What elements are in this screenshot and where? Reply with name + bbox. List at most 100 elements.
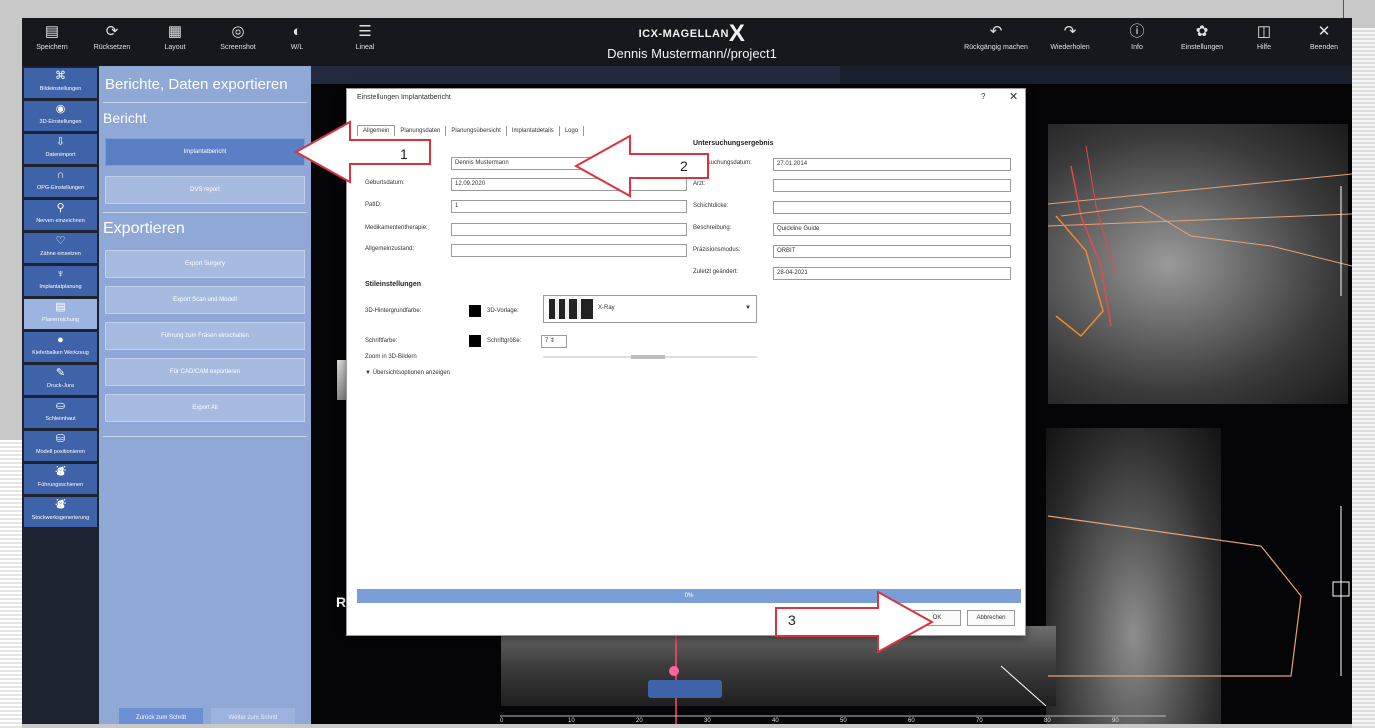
- template-select[interactable]: X-Ray ▼: [543, 295, 757, 323]
- export-scan-model-button[interactable]: Export Scan und Modell: [105, 286, 305, 314]
- slice-position-dot: [669, 666, 679, 676]
- orientation-line: [1047, 213, 1352, 227]
- screenshot-label: Screenshot: [220, 44, 256, 51]
- tab-general[interactable]: Allgemein: [357, 125, 396, 136]
- sidebar-item-nerves[interactable]: ⚲ Nerven einzeichnen: [24, 200, 97, 230]
- ruler-tick: 20: [636, 718, 643, 724]
- sidebar-item-generation[interactable]: ⛇ Stockwerksgenerierung: [24, 497, 97, 527]
- medication-label: Medikamententherapie:: [365, 225, 428, 231]
- sidebar-item-label: Zähne einsetzen: [40, 251, 81, 257]
- ruler-label: Lineal: [355, 44, 375, 51]
- nerve-icon: ⚲: [56, 202, 65, 214]
- help-button[interactable]: ◫ Hilfe: [1234, 22, 1294, 62]
- doctor-field[interactable]: [773, 179, 1011, 192]
- device-label: Präzisionsmodus:: [693, 247, 741, 253]
- exam-date-label: Untersuchungsdatum:: [693, 160, 752, 166]
- patient-id-label: PatID:: [365, 202, 382, 208]
- font-size-label: Schriftgröße:: [487, 338, 522, 344]
- previous-step-button[interactable]: Zurück zum Schritt: [119, 708, 203, 724]
- general-condition-field[interactable]: [451, 244, 687, 257]
- divider: [103, 212, 307, 213]
- save-button[interactable]: ▤ Speichern: [22, 22, 82, 62]
- bg3d-color-swatch[interactable]: [469, 305, 481, 317]
- sidebar-item-mucosa[interactable]: ⛀ Schleimhaut: [24, 398, 97, 428]
- screenshot-button[interactable]: ◎ Screenshot: [208, 22, 268, 62]
- sidebar-item-model-position[interactable]: ⛁ Modell positionieren: [24, 431, 97, 461]
- lower-edge: [1000, 665, 1047, 707]
- font-size-stepper[interactable]: 7 ⇕: [541, 335, 567, 348]
- redo-button[interactable]: ↷ Wiederholen: [1040, 22, 1100, 62]
- advanced-options-toggle[interactable]: ▼ Übersichtsoptionen anzeigen: [365, 370, 450, 376]
- orientation-marker: R: [336, 594, 347, 610]
- undo-button[interactable]: ↶ Rückgängig machen: [957, 22, 1035, 62]
- sidebar-item-opg-settings[interactable]: ∩ OPG-Einstellungen: [24, 167, 97, 197]
- layout-label: Layout: [164, 44, 186, 51]
- dialog-close-button[interactable]: ✕: [1009, 90, 1018, 103]
- description-field[interactable]: Quickline Guide: [773, 223, 1011, 236]
- medication-field[interactable]: [451, 223, 687, 236]
- dialog-help-button[interactable]: ?: [981, 92, 985, 101]
- chevron-down-icon: ▼: [745, 305, 751, 311]
- xray-thumbnail: [549, 299, 593, 319]
- layout-button[interactable]: ▦ Layout: [145, 22, 205, 62]
- panel-title: Berichte, Daten exportieren: [105, 76, 288, 93]
- sidebar-item-jaw-tool[interactable]: ● Kieferbalken Werkzeug: [24, 332, 97, 362]
- sidebar-item-data-import[interactable]: ⇩ Datenimport: [24, 134, 97, 164]
- export-surgery-button[interactable]: Export Surgery: [105, 250, 305, 278]
- save-icon: ▤: [44, 23, 60, 40]
- image-settings-icon: ⌘: [55, 70, 66, 82]
- divider: [103, 102, 307, 103]
- ruler-tick: 60: [908, 718, 915, 724]
- last-modified-field[interactable]: 28-04-2021: [773, 267, 1011, 280]
- slice-thickness-field[interactable]: [773, 201, 1011, 214]
- dvs-report-button[interactable]: DVS report: [105, 176, 305, 204]
- description-label: Beschreibung:: [693, 225, 732, 231]
- export-panel: Berichte, Daten exportieren Bericht Impl…: [99, 66, 311, 724]
- template-value: X-Ray: [598, 305, 615, 311]
- font-color-label: Schriftfarbe:: [365, 338, 398, 344]
- device-field[interactable]: ORBIT: [773, 245, 1011, 258]
- implant-report-button[interactable]: Implantatbericht: [105, 138, 305, 166]
- ruler-icon: ☰: [358, 23, 372, 40]
- background-hatch-left: [0, 440, 22, 728]
- window-level-button[interactable]: ◐ W/L: [267, 22, 327, 62]
- milling-guide-button[interactable]: Führung zum Fräsen einschalten: [105, 322, 305, 350]
- font-size-value: 7: [545, 338, 549, 344]
- sidebar-item-label: Nerven einzeichnen: [36, 218, 85, 224]
- brand-name: ICX-MAGELLAN: [638, 28, 729, 40]
- brand-logo: ICX-MAGELLANX: [562, 20, 822, 48]
- tab-planning-data[interactable]: Planungsdaten: [395, 126, 447, 136]
- last-modified-label: Zuletzt geändert:: [693, 269, 739, 275]
- exam-date-field[interactable]: 27.01.2014: [773, 158, 1011, 171]
- reset-button[interactable]: ⟳ Rücksetzen: [82, 22, 142, 62]
- arch-icon: ∩: [56, 169, 65, 181]
- sidebar-item-planning-result[interactable]: ▤ Planerreichung: [24, 299, 97, 329]
- tab-logo[interactable]: Logo: [560, 126, 585, 136]
- tab-implant-details[interactable]: Implantatdetails: [507, 126, 560, 136]
- cancel-button[interactable]: Abbrechen: [967, 610, 1015, 626]
- ok-button[interactable]: OK: [913, 610, 961, 626]
- doctor-label: Arzt:: [693, 181, 706, 187]
- birthdate-field[interactable]: 12.09.2020: [451, 178, 687, 191]
- patient-name-field[interactable]: Dennis Mustermann: [451, 157, 687, 170]
- exit-button[interactable]: ✕ Beenden: [1294, 22, 1352, 62]
- sidebar-item-image-settings[interactable]: ⌘ Bildeinstellungen: [24, 68, 97, 98]
- settings-button[interactable]: ✿ Einstellungen: [1172, 22, 1232, 62]
- sidebar-item-implant-planning[interactable]: ♆ Implantatplanung: [24, 266, 97, 296]
- zoom-slider-handle[interactable]: [631, 355, 665, 359]
- sidebar-item-teeth[interactable]: ♡ Zähne einsetzen: [24, 233, 97, 263]
- sidebar-item-3d-settings[interactable]: ◉ 3D-Einstellungen: [24, 101, 97, 131]
- redo-icon: ↷: [1063, 23, 1077, 40]
- tab-planning-overview[interactable]: Planungsübersicht: [446, 126, 507, 136]
- cadcam-export-button[interactable]: Für CAD/CAM exportieren: [105, 358, 305, 386]
- ruler-button[interactable]: ☰ Lineal: [335, 22, 395, 62]
- implant-outline: [1070, 165, 1112, 327]
- sidebar-item-guides[interactable]: ⛇ Führungsschienen: [24, 464, 97, 494]
- export-all-button[interactable]: Export All: [105, 394, 305, 422]
- next-step-button[interactable]: Weiter zum Schritt: [211, 708, 295, 724]
- redo-label: Wiederholen: [1050, 44, 1090, 51]
- sidebar-item-print[interactable]: ✎ Druck-Jura: [24, 365, 97, 395]
- font-color-swatch[interactable]: [469, 335, 481, 347]
- patient-id-field[interactable]: 1: [451, 200, 687, 213]
- info-button[interactable]: ⓘ Info: [1107, 22, 1167, 62]
